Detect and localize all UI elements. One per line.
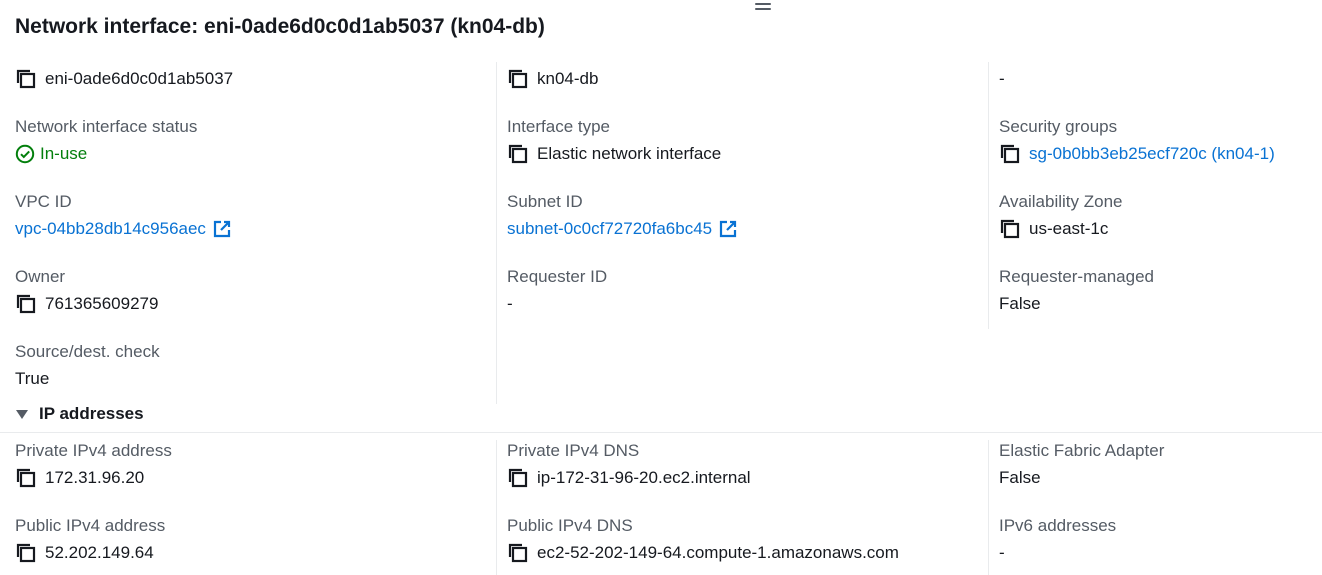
external-link-icon[interactable] bbox=[718, 219, 738, 239]
copy-icon[interactable] bbox=[507, 68, 529, 90]
security-group-link[interactable]: sg-0b0bb3eb25ecf720c (kn04-1) bbox=[1029, 143, 1275, 165]
status-label: Network interface status bbox=[15, 117, 198, 136]
efa-value: False bbox=[999, 468, 1041, 487]
copy-icon[interactable] bbox=[507, 143, 529, 165]
description-value: - bbox=[999, 69, 1005, 88]
public-ipv4-label: Public IPv4 address bbox=[15, 516, 166, 535]
section-divider bbox=[0, 432, 1322, 433]
subnet-link[interactable]: subnet-0c0cf72720fa6bc45 bbox=[507, 218, 712, 240]
requester-value: - bbox=[507, 294, 513, 313]
availability-zone-field: Availability Zone us-east-1c bbox=[999, 191, 1122, 240]
ipv6-label: IPv6 addresses bbox=[999, 516, 1117, 535]
private-ipv4-label: Private IPv4 address bbox=[15, 441, 172, 460]
name-value: kn04-db bbox=[537, 69, 599, 88]
check-circle-icon bbox=[15, 144, 35, 164]
column-divider bbox=[496, 62, 497, 404]
efa-field: Elastic Fabric Adapter False bbox=[999, 440, 1164, 489]
subnet-field: Subnet ID subnet-0c0cf72720fa6bc45 bbox=[507, 191, 738, 240]
requester-managed-field: Requester-managed False bbox=[999, 266, 1154, 315]
copy-icon[interactable] bbox=[507, 467, 529, 489]
public-dns-field: Public IPv4 DNS ec2-52-202-149-64.comput… bbox=[507, 515, 899, 564]
vpc-field: VPC ID vpc-04bb28db14c956aec bbox=[15, 191, 232, 240]
owner-label: Owner bbox=[15, 267, 66, 286]
copy-icon[interactable] bbox=[999, 143, 1021, 165]
drag-handle-icon[interactable] bbox=[755, 3, 771, 13]
interface-type-value: Elastic network interface bbox=[537, 144, 722, 163]
requester-managed-label: Requester-managed bbox=[999, 267, 1154, 286]
security-groups-label: Security groups bbox=[999, 117, 1118, 136]
status-field: Network interface status In-use bbox=[15, 116, 197, 165]
efa-label: Elastic Fabric Adapter bbox=[999, 441, 1165, 460]
interface-type-field: Interface type Elastic network interface bbox=[507, 116, 721, 165]
ip-addresses-toggle[interactable]: IP addresses bbox=[15, 404, 144, 424]
name-field: kn04-db bbox=[507, 68, 598, 90]
owner-value: 761365609279 bbox=[45, 294, 159, 313]
vpc-label: VPC ID bbox=[15, 192, 72, 211]
copy-icon[interactable] bbox=[15, 68, 37, 90]
caret-down-icon bbox=[15, 407, 29, 421]
private-ipv4-value: 172.31.96.20 bbox=[45, 468, 145, 487]
column-divider bbox=[988, 62, 989, 329]
ipv6-value: - bbox=[999, 543, 1005, 562]
copy-icon[interactable] bbox=[507, 542, 529, 564]
requester-field: Requester ID - bbox=[507, 266, 607, 315]
owner-field: Owner 761365609279 bbox=[15, 266, 158, 315]
private-dns-label: Private IPv4 DNS bbox=[507, 441, 640, 460]
source-dest-value: True bbox=[15, 369, 50, 388]
private-dns-field: Private IPv4 DNS ip-172-31-96-20.ec2.int… bbox=[507, 440, 751, 489]
security-groups-field: Security groups sg-0b0bb3eb25ecf720c (kn… bbox=[999, 116, 1275, 165]
ipv6-field: IPv6 addresses - bbox=[999, 515, 1116, 564]
public-ipv4-field: Public IPv4 address 52.202.149.64 bbox=[15, 515, 165, 564]
private-dns-value: ip-172-31-96-20.ec2.internal bbox=[537, 468, 751, 487]
page-title: Network interface: eni-0ade6d0c0d1ab5037… bbox=[15, 15, 545, 38]
copy-icon[interactable] bbox=[15, 293, 37, 315]
status-badge: In-use bbox=[40, 144, 88, 163]
vpc-link[interactable]: vpc-04bb28db14c956aec bbox=[15, 218, 206, 240]
private-ipv4-field: Private IPv4 address 172.31.96.20 bbox=[15, 440, 172, 489]
interface-id-value: eni-0ade6d0c0d1ab5037 bbox=[45, 69, 234, 88]
description-field: - bbox=[999, 68, 1005, 90]
public-ipv4-value: 52.202.149.64 bbox=[45, 543, 154, 562]
availability-zone-label: Availability Zone bbox=[999, 192, 1123, 211]
external-link-icon[interactable] bbox=[212, 219, 232, 239]
column-divider bbox=[988, 440, 989, 575]
interface-type-label: Interface type bbox=[507, 117, 611, 136]
public-dns-value: ec2-52-202-149-64.compute-1.amazonaws.co… bbox=[537, 543, 899, 562]
copy-icon[interactable] bbox=[15, 542, 37, 564]
copy-icon[interactable] bbox=[15, 467, 37, 489]
requester-label: Requester ID bbox=[507, 267, 608, 286]
subnet-label: Subnet ID bbox=[507, 192, 583, 211]
ip-addresses-header: IP addresses bbox=[39, 404, 144, 423]
public-dns-label: Public IPv4 DNS bbox=[507, 516, 633, 535]
interface-id-field: eni-0ade6d0c0d1ab5037 bbox=[15, 68, 233, 90]
column-divider bbox=[496, 440, 497, 575]
source-dest-field: Source/dest. check True bbox=[15, 341, 160, 390]
source-dest-label: Source/dest. check bbox=[15, 342, 160, 361]
copy-icon[interactable] bbox=[999, 218, 1021, 240]
requester-managed-value: False bbox=[999, 294, 1041, 313]
availability-zone-value: us-east-1c bbox=[1029, 219, 1109, 238]
